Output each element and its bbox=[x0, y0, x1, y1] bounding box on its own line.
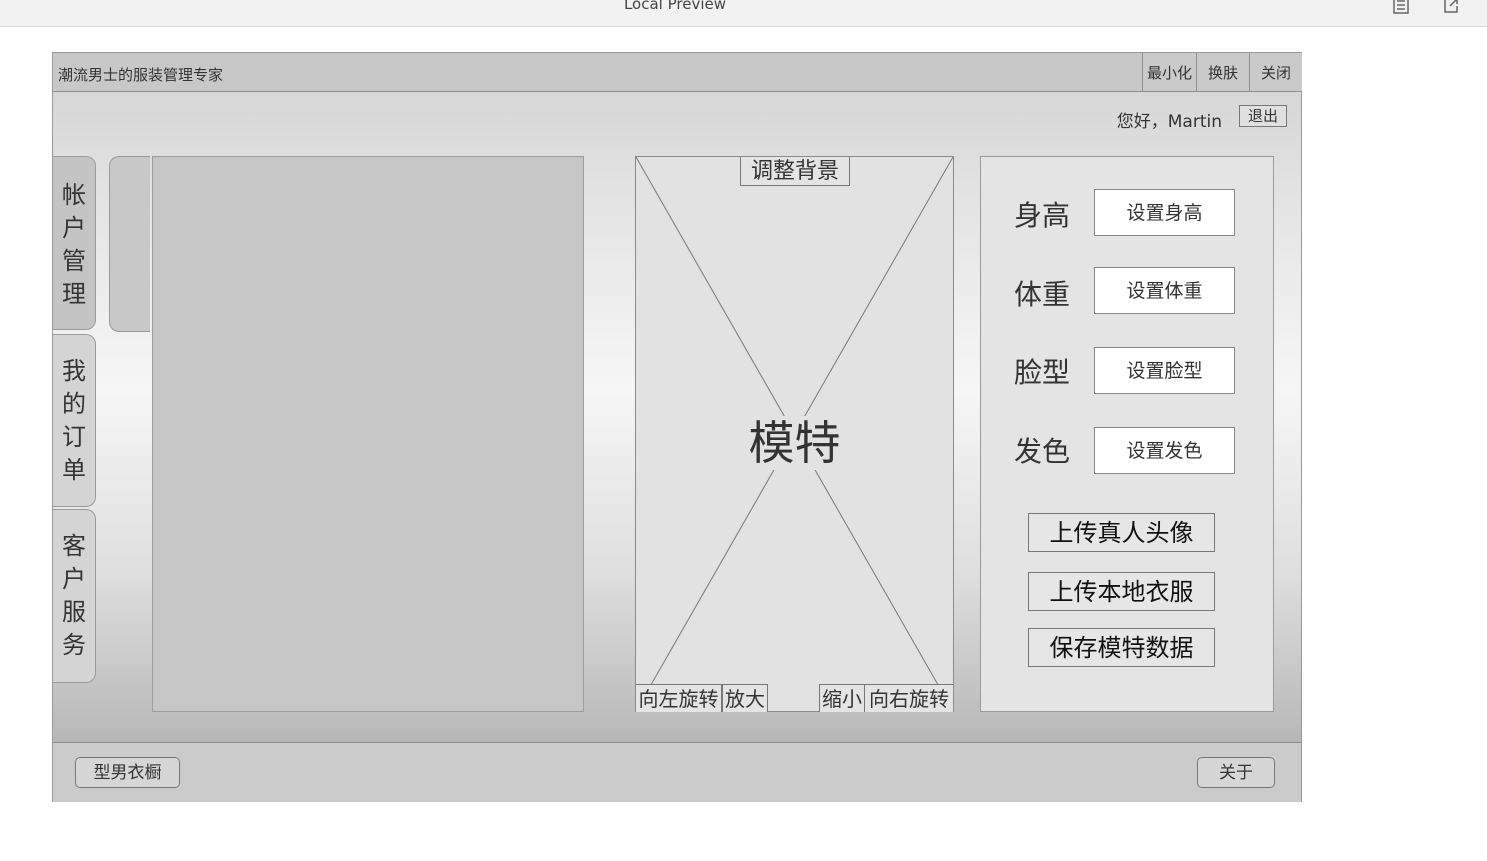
app-title: 潮流男士的服装管理专家 bbox=[58, 66, 224, 84]
wardrobe-button[interactable]: 型男衣橱 bbox=[75, 757, 180, 788]
tab-customer-service[interactable]: 客 户 服 务 bbox=[53, 509, 96, 683]
adjust-background-button[interactable]: 调整背景 bbox=[740, 157, 850, 186]
skin-button[interactable]: 换肤 bbox=[1196, 53, 1249, 91]
app-window: 潮流男士的服装管理专家 最小化 换肤 关闭 您好，Martin 退出 帐 户 管… bbox=[52, 52, 1302, 802]
logout-button[interactable]: 退出 bbox=[1239, 105, 1287, 127]
rotate-right-button[interactable]: 向右旋转 bbox=[864, 684, 953, 712]
tab-char: 的 bbox=[62, 390, 86, 418]
height-label: 身高 bbox=[1014, 199, 1071, 232]
model-properties-panel: 身高 设置身高 体重 设置体重 脸型 设置脸型 发色 设置发色 上传真人头像 上… bbox=[980, 156, 1274, 712]
tab-char: 务 bbox=[62, 631, 86, 659]
upload-clothes-button[interactable]: 上传本地衣服 bbox=[1028, 572, 1215, 611]
tab-char: 我 bbox=[62, 357, 86, 385]
document-icon[interactable] bbox=[1392, 0, 1410, 14]
rotate-left-button[interactable]: 向左旋转 bbox=[636, 684, 722, 712]
set-weight-button[interactable]: 设置体重 bbox=[1094, 267, 1235, 314]
save-model-button[interactable]: 保存模特数据 bbox=[1028, 628, 1215, 667]
sub-tab[interactable] bbox=[109, 156, 150, 332]
tab-char: 户 bbox=[62, 565, 86, 593]
model-placeholder-label: 模特 bbox=[636, 407, 953, 473]
tab-char: 管 bbox=[62, 247, 86, 275]
upload-avatar-button[interactable]: 上传真人头像 bbox=[1028, 513, 1215, 552]
preview-title: Local Preview bbox=[623, 0, 727, 13]
tab-char: 客 bbox=[62, 532, 86, 560]
model-preview-panel: 调整背景 模特 向左旋转 放大 缩小 向右旋转 bbox=[635, 156, 954, 712]
minimize-button[interactable]: 最小化 bbox=[1142, 53, 1196, 91]
greeting-text: 您好，Martin bbox=[1116, 112, 1222, 132]
export-icon[interactable] bbox=[1442, 0, 1460, 14]
tab-char: 服 bbox=[62, 598, 86, 626]
tab-char: 理 bbox=[62, 280, 86, 308]
set-face-shape-button[interactable]: 设置脸型 bbox=[1094, 347, 1235, 394]
tab-my-orders[interactable]: 我 的 订 单 bbox=[53, 334, 96, 507]
model-label-text: 模特 bbox=[744, 416, 845, 470]
footer-bar: 型男衣橱 关于 bbox=[53, 742, 1301, 802]
content-panel bbox=[152, 156, 584, 712]
tab-char: 户 bbox=[62, 214, 86, 242]
title-bar: 潮流男士的服装管理专家 最小化 换肤 关闭 bbox=[53, 53, 1302, 92]
weight-label: 体重 bbox=[1014, 278, 1071, 311]
zoom-in-button[interactable]: 放大 bbox=[722, 684, 768, 712]
set-hair-color-button[interactable]: 设置发色 bbox=[1094, 427, 1235, 474]
tab-account-management[interactable]: 帐 户 管 理 bbox=[53, 156, 96, 330]
hair-color-label: 发色 bbox=[1014, 435, 1071, 468]
tab-char: 订 bbox=[62, 423, 86, 451]
tab-char: 单 bbox=[62, 456, 86, 484]
set-height-button[interactable]: 设置身高 bbox=[1094, 189, 1235, 236]
face-shape-label: 脸型 bbox=[1014, 356, 1071, 389]
tab-char: 帐 bbox=[62, 181, 86, 209]
about-button[interactable]: 关于 bbox=[1197, 757, 1275, 788]
close-button[interactable]: 关闭 bbox=[1249, 53, 1302, 91]
zoom-out-button[interactable]: 缩小 bbox=[819, 684, 865, 712]
preview-bar: Local Preview bbox=[0, 0, 1487, 27]
